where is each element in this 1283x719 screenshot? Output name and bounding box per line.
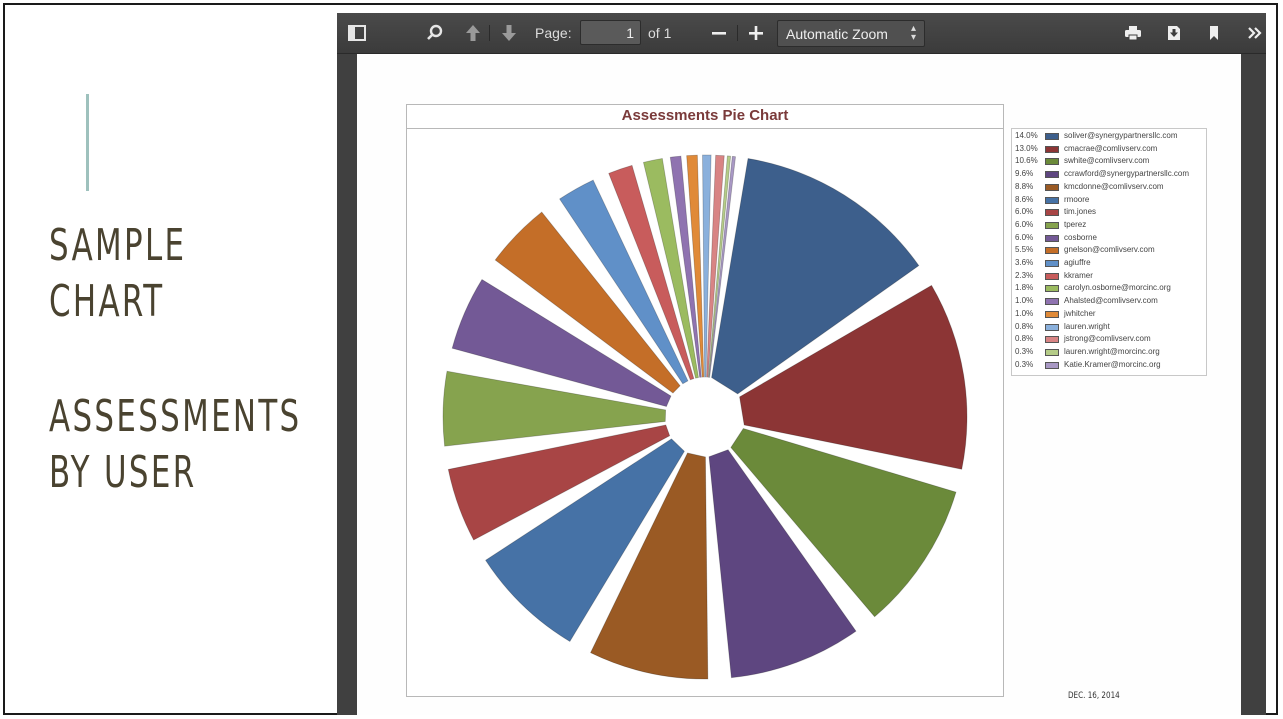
legend-swatch [1045, 209, 1059, 217]
search-icon[interactable] [425, 23, 445, 43]
slide-subtitle-line: ASSESSMENTS [49, 391, 302, 442]
legend-percent: 0.8% [1015, 334, 1034, 344]
legend-swatch [1045, 272, 1059, 280]
page-label: Page: [535, 25, 572, 41]
legend-swatch [1045, 310, 1059, 318]
page-number-input[interactable]: 1 [580, 20, 641, 45]
print-icon[interactable] [1123, 23, 1143, 43]
legend-swatch [1045, 361, 1059, 369]
legend-swatch [1045, 221, 1059, 229]
pdf-toolbar: Page: 1 of 1 Automatic Zoom ▴ ▾ [337, 13, 1266, 54]
slide-title-line: SAMPLE [49, 220, 187, 271]
legend-percent: 1.8% [1015, 283, 1034, 293]
legend-label: agiuffre [1064, 258, 1091, 267]
legend-percent: 6.0% [1015, 207, 1034, 217]
chart-legend: 14.0% soliver@synergypartnersllc.com 13.0%… [1011, 128, 1207, 376]
legend-percent: 2.3% [1015, 270, 1034, 280]
legend-percent: 0.3% [1015, 346, 1034, 356]
legend-percent: 6.0% [1015, 219, 1034, 229]
slide-subtitle-line: BY USER [49, 447, 197, 498]
legend-label: carolyn.osborne@morcinc.org [1064, 283, 1171, 293]
legend-label: kmcdonne@comlivserv.com [1064, 181, 1164, 191]
legend-label: jstrong@comlivserv.com [1064, 334, 1151, 344]
legend-swatch [1045, 336, 1059, 344]
page-count: of 1 [648, 25, 672, 41]
zoom-select-value: Automatic Zoom [786, 26, 888, 42]
legend-percent: 1.0% [1015, 308, 1034, 318]
legend-label: kkramer [1064, 270, 1093, 280]
legend-percent: 0.8% [1015, 321, 1034, 331]
pdf-page: Assessments Pie Chart 14.0% soliver@syner… [357, 54, 1241, 715]
legend-percent: 0.3% [1015, 359, 1034, 369]
legend-label: soliver@synergypartnersllc.com [1064, 131, 1178, 140]
footer-date: DEC. 16, 2014 [1068, 691, 1120, 701]
legend-swatch [1045, 196, 1059, 204]
legend-label: tperez [1064, 219, 1087, 229]
chevron-updown-icon: ▴ ▾ [910, 23, 916, 43]
legend-swatch [1045, 171, 1059, 179]
legend-swatch [1045, 247, 1059, 255]
legend-swatch [1045, 133, 1059, 140]
legend-percent: 6.0% [1015, 232, 1034, 242]
legend-swatch [1045, 158, 1059, 166]
slide-subtitle: ASSESSMENTS BY USER [49, 389, 302, 501]
legend-percent: 8.6% [1015, 194, 1034, 204]
legend-label: ccrawford@synergypartnersllc.com [1064, 169, 1190, 179]
zoom-out-icon[interactable] [709, 23, 729, 43]
legend-label: swhite@comlivserv.com [1064, 156, 1150, 166]
download-icon[interactable] [1164, 23, 1184, 43]
next-page-icon[interactable] [499, 23, 519, 43]
legend-percent: 1.0% [1015, 296, 1034, 306]
bookmark-icon[interactable] [1204, 23, 1224, 43]
legend-percent: 10.6% [1015, 156, 1038, 166]
legend-swatch [1045, 183, 1059, 191]
legend-percent: 8.8% [1015, 181, 1034, 191]
legend-swatch [1045, 145, 1059, 153]
legend-percent: 5.5% [1015, 245, 1034, 255]
legend-label: lauren.wright [1064, 321, 1110, 331]
legend-swatch [1045, 323, 1059, 331]
legend-percent: 3.6% [1015, 258, 1034, 267]
legend-percent: 14.0% [1015, 131, 1038, 140]
more-tools-icon[interactable] [1246, 23, 1264, 43]
legend-label: Ahalsted@comlivserv.com [1064, 296, 1158, 306]
accent-line [86, 94, 89, 191]
sidebar-toggle-icon[interactable] [347, 23, 367, 43]
legend-percent: 13.0% [1015, 143, 1038, 153]
legend-label: Katie.Kramer@morcinc.org [1064, 359, 1161, 369]
zoom-select[interactable]: Automatic Zoom ▴ ▾ [777, 20, 925, 47]
pdf-viewer: Page: 1 of 1 Automatic Zoom ▴ ▾ Assessme… [337, 13, 1266, 715]
legend-label: cmacrae@comlivserv.com [1064, 143, 1158, 153]
legend-swatch [1045, 260, 1059, 267]
slide-title: SAMPLE CHART [49, 218, 267, 330]
previous-page-icon[interactable] [463, 23, 483, 43]
zoom-in-icon[interactable] [746, 23, 766, 43]
pie-plot [442, 154, 968, 680]
legend-label: rmoore [1064, 194, 1090, 204]
legend-swatch [1045, 348, 1059, 356]
legend-percent: 9.6% [1015, 169, 1034, 179]
pie-chart: Assessments Pie Chart [406, 104, 1004, 697]
legend-swatch [1045, 285, 1059, 293]
legend-label: gnelson@comlivserv.com [1064, 245, 1155, 255]
slide-title-line: CHART [49, 276, 165, 327]
legend-label: cosborne [1064, 232, 1097, 242]
legend-swatch [1045, 234, 1059, 242]
legend-label: tim.jones [1064, 207, 1097, 217]
page-number-value: 1 [626, 25, 634, 41]
legend-swatch [1045, 298, 1059, 306]
legend-label: lauren.wright@morcinc.org [1064, 346, 1160, 356]
legend-label: jwhitcher [1064, 308, 1096, 318]
